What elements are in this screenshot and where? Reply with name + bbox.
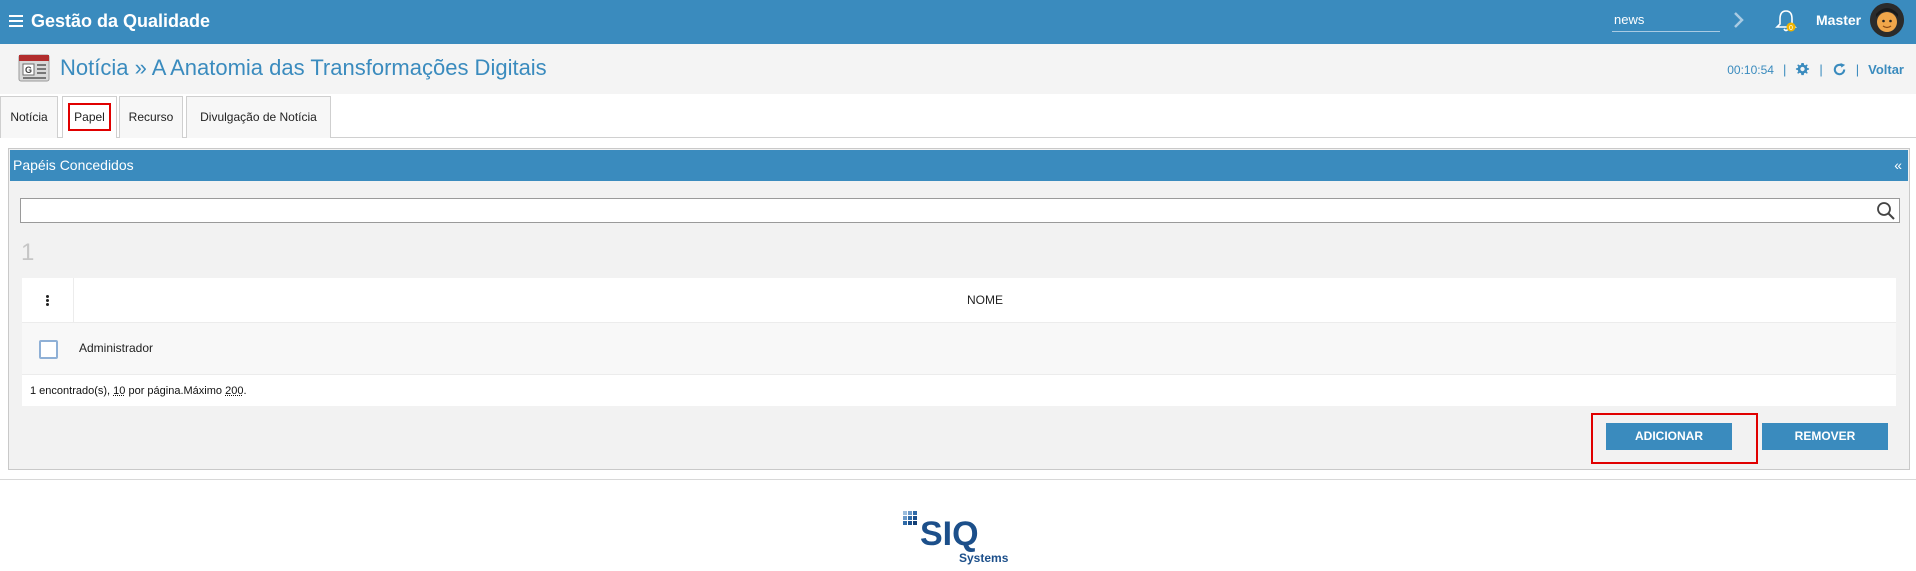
tab-label: Papel (68, 103, 111, 131)
gear-icon[interactable] (1795, 62, 1810, 77)
kebab-icon[interactable] (22, 278, 74, 323)
result-count: 1 (21, 239, 35, 266)
tab-divulgacao[interactable]: Divulgação de Notícia (186, 96, 331, 138)
siq-logo: SIQ Systems (903, 511, 1009, 565)
collapse-button[interactable]: « (1894, 150, 1902, 181)
remove-button[interactable]: REMOVER (1762, 423, 1888, 450)
menu-icon[interactable] (9, 15, 23, 29)
cell-name: Administrador (79, 341, 154, 355)
panel-header: Papéis Concedidos « (10, 150, 1908, 181)
tab-label: Divulgação de Notícia (200, 110, 317, 124)
bell-icon[interactable]: 0 (1775, 8, 1797, 34)
page-tools: 00:10:54 | | | Voltar (1727, 62, 1904, 77)
max-value[interactable]: 200 (225, 385, 243, 397)
top-bar: Gestão da Qualidade 0 Master (0, 0, 1916, 44)
separator: | (1782, 62, 1787, 77)
notification-count: 0 (1789, 25, 1793, 32)
back-link[interactable]: Voltar (1868, 62, 1904, 77)
app-title: Gestão da Qualidade (31, 11, 211, 31)
news-page-icon: G (18, 54, 50, 82)
search-icon[interactable] (1876, 201, 1896, 221)
filter-input[interactable] (20, 198, 1900, 223)
tab-recurso[interactable]: Recurso (119, 96, 183, 138)
tab-papel[interactable]: Papel (62, 96, 117, 138)
user-name[interactable]: Master (1816, 12, 1861, 28)
logo-subtext: Systems (959, 551, 1009, 565)
page-title: Notícia » A Anatomia das Transformações … (60, 55, 547, 80)
tab-label: Notícia (10, 110, 48, 124)
separator: | (1819, 62, 1823, 77)
refresh-icon[interactable] (1832, 62, 1847, 77)
global-search-input[interactable] (1612, 8, 1720, 32)
row-checkbox[interactable] (39, 340, 58, 359)
logo-text: SIQ (920, 515, 979, 553)
tab-label: Recurso (128, 110, 174, 124)
roles-table: NOME Administrador 1 encontrado(s), 10 p… (22, 278, 1896, 406)
tab-bar: Notícia Papel Recurso Divulgação de Notí… (0, 94, 1916, 138)
chevron-right-icon[interactable] (1733, 11, 1745, 29)
divider (0, 479, 1916, 480)
per-page-text: por página.Máximo (125, 385, 226, 397)
column-header-nome[interactable]: NOME (74, 278, 1896, 323)
per-page-value[interactable]: 10 (113, 385, 125, 397)
table-header: NOME (22, 278, 1896, 323)
table-row[interactable]: Administrador (22, 323, 1896, 375)
separator: | (1855, 62, 1860, 77)
footer-end: . (243, 385, 247, 397)
title-bar: G Notícia » A Anatomia das Transformaçõe… (0, 44, 1916, 94)
panel-title: Papéis Concedidos (13, 157, 134, 173)
tab-noticia[interactable]: Notícia (0, 96, 58, 138)
svg-text:G: G (25, 65, 32, 75)
avatar[interactable] (1870, 3, 1904, 37)
found-text: 1 encontrado(s), (30, 385, 114, 397)
add-button[interactable]: ADICIONAR (1606, 423, 1732, 450)
roles-panel: Papéis Concedidos « 1 NOME Administrador… (8, 148, 1910, 470)
session-timer: 00:10:54 (1727, 62, 1774, 77)
pagination-info: 1 encontrado(s), 10 por página.Máximo 20… (30, 385, 247, 397)
